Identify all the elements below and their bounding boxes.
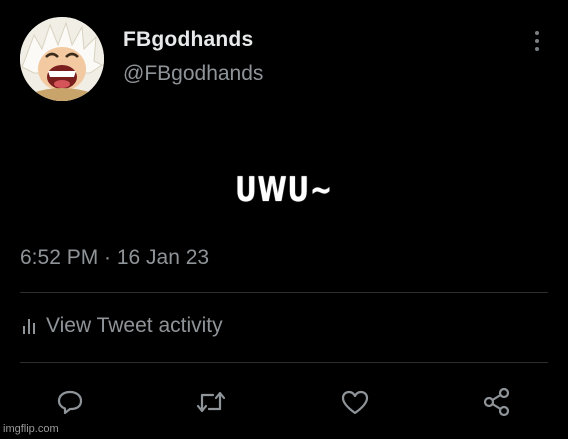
bar-chart-icon bbox=[23, 319, 35, 334]
retweet-icon bbox=[196, 391, 226, 413]
divider bbox=[20, 362, 548, 363]
reply-button[interactable] bbox=[54, 386, 86, 418]
more-options-icon[interactable] bbox=[526, 28, 548, 56]
like-icon bbox=[341, 390, 369, 415]
reply-icon bbox=[57, 390, 83, 415]
tweet-timestamp[interactable]: 6:52 PM · 16 Jan 23 bbox=[20, 246, 209, 270]
share-button[interactable] bbox=[481, 386, 513, 418]
user-handle[interactable]: @FBgodhands bbox=[123, 62, 263, 86]
imgflip-watermark: imgflip.com bbox=[3, 423, 59, 435]
tweet-text: UWU~ bbox=[235, 170, 333, 210]
avatar-image bbox=[20, 17, 104, 101]
view-tweet-activity-button[interactable]: View Tweet activity bbox=[22, 314, 223, 338]
divider bbox=[20, 292, 548, 293]
avatar[interactable] bbox=[20, 17, 104, 101]
display-name[interactable]: FBgodhands bbox=[123, 28, 253, 52]
retweet-button[interactable] bbox=[195, 386, 227, 418]
view-tweet-activity-label: View Tweet activity bbox=[46, 314, 223, 337]
share-icon bbox=[483, 387, 510, 417]
like-button[interactable] bbox=[339, 386, 371, 418]
